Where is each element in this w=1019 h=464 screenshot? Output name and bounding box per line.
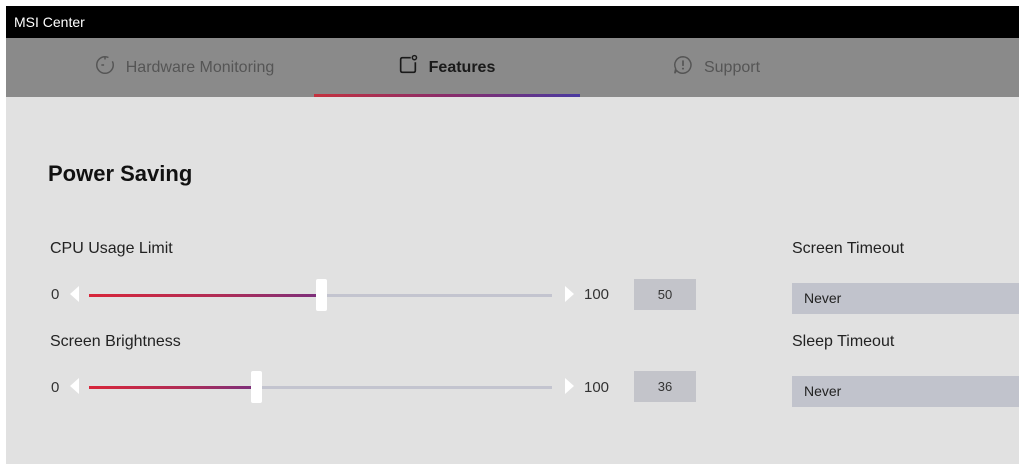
tab-features[interactable]: Features [386,38,506,97]
screen-brightness-value[interactable]: 36 [634,371,696,402]
cpu-usage-slider[interactable] [89,279,552,311]
features-icon [397,54,419,81]
title-bar: MSI Center [6,6,1019,38]
cpu-usage-limit-label: CPU Usage Limit [50,240,173,257]
screen-brightness-slider[interactable] [89,371,552,403]
tab-support[interactable]: Support [661,38,771,97]
cpu-usage-value[interactable]: 50 [634,279,696,310]
msi-center-window: MSI Center Hardware Monitoring Features … [6,6,1019,464]
cpu-slider-min: 0 [51,286,60,303]
support-icon [672,54,694,81]
brightness-slider-thumb[interactable] [250,371,262,403]
cpu-slider-fill [89,294,321,297]
tab-hardware-monitoring[interactable]: Hardware Monitoring [84,38,284,97]
sleep-timeout-label: Sleep Timeout [792,333,895,350]
brightness-decrease-arrow-icon[interactable] [70,378,79,394]
brightness-increase-arrow-icon[interactable] [565,378,574,394]
cpu-decrease-arrow-icon[interactable] [70,286,79,302]
features-panel: Power Saving CPU Usage Limit 0 100 50 Sc… [6,97,1019,464]
screen-timeout-dropdown[interactable]: Never [792,283,1019,314]
timer-icon [94,54,116,81]
cpu-increase-arrow-icon[interactable] [565,286,574,302]
window-title: MSI Center [14,14,85,30]
brightness-slider-min: 0 [51,379,60,396]
cpu-slider-thumb[interactable] [315,279,327,311]
screen-brightness-label: Screen Brightness [50,333,181,350]
tab-bar: Hardware Monitoring Features Support [6,38,1019,97]
tab-label: Support [703,58,761,76]
screen-timeout-label: Screen Timeout [792,240,905,257]
section-title: Power Saving [48,161,193,186]
brightness-slider-fill [89,386,256,389]
sleep-timeout-dropdown[interactable]: Never [792,376,1019,407]
cpu-slider-max: 100 [584,286,610,303]
tab-label: Features [428,58,496,76]
brightness-slider-max: 100 [584,379,610,396]
tab-label: Hardware Monitoring [125,58,275,76]
